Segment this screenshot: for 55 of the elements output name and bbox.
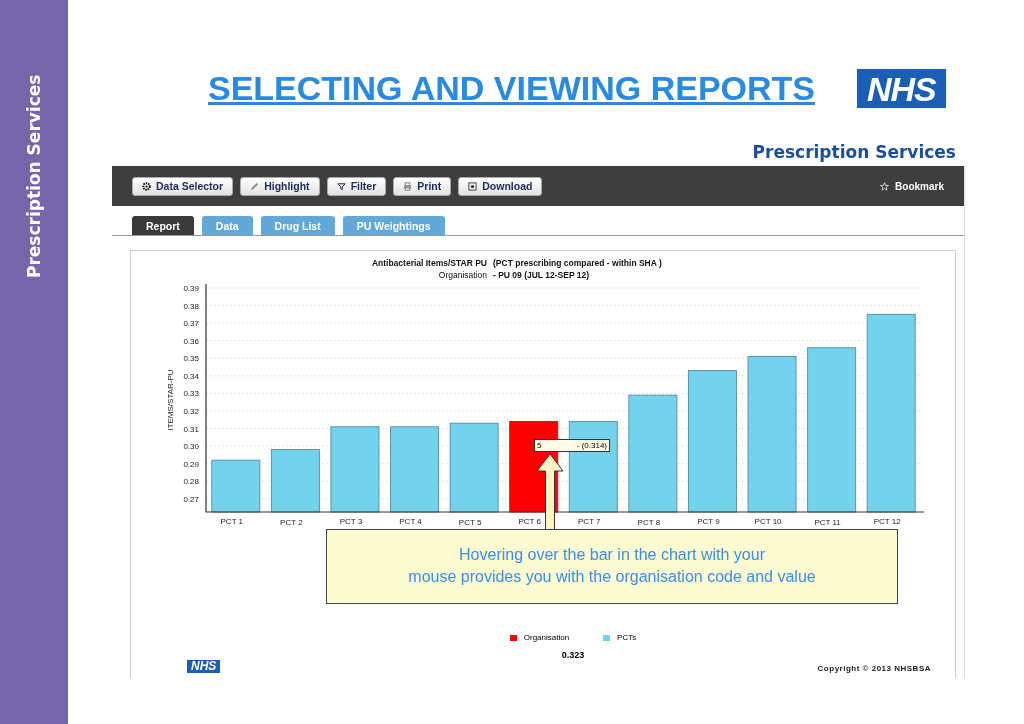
pencil-icon <box>250 181 260 191</box>
toolbar-button[interactable]: Highlight <box>240 176 320 196</box>
sidebar-title: Prescription Services <box>24 73 44 278</box>
y-tick-label: 0.33 <box>183 389 199 399</box>
toolbar-button[interactable]: Download <box>458 176 543 196</box>
tab[interactable]: Report <box>132 216 194 235</box>
y-tick-label: 0.32 <box>183 407 199 416</box>
y-tick-label: 0.39 <box>183 284 199 293</box>
y-tick-label: 0.35 <box>183 354 199 364</box>
download-icon <box>468 181 478 191</box>
x-tick-label: PCT 3 <box>339 517 363 526</box>
toolbar-button[interactable]: Data Selector <box>132 176 234 196</box>
x-tick-label: PCT 6 <box>518 517 541 526</box>
y-tick-label: 0.34 <box>183 371 199 381</box>
average-value: 0.323 <box>560 650 586 660</box>
nhs-logo: NHS <box>187 660 221 673</box>
x-tick-label: PCT 10 <box>754 517 782 526</box>
x-tick-label: PCT 8 <box>637 518 661 527</box>
y-tick-label: 0.28 <box>183 477 199 487</box>
chart-subtitle: (PCT prescribing compared - within SHA ) <box>493 257 663 269</box>
gear-icon <box>142 181 151 191</box>
bookmark-button[interactable]: Bookmark <box>880 180 944 192</box>
y-tick-label: 0.38 <box>183 301 199 311</box>
y-tick-label: 0.30 <box>183 442 199 452</box>
chart-title: Antibacterial Items/STAR PU <box>370 257 487 269</box>
x-tick-label: PCT 5 <box>458 518 482 527</box>
tooltip-value: - (0.314) <box>576 440 607 451</box>
x-tick-label: PCT 9 <box>697 517 720 526</box>
x-tick-label: PCT 1 <box>220 517 244 526</box>
callout: Hovering over the bar in the chart with your mouse provides you with the organisation code and value <box>326 529 898 604</box>
y-tick-label: 0.31 <box>183 424 199 434</box>
y-tick-label: 0.36 <box>183 336 199 346</box>
x-tick-label: PCT 4 <box>399 517 422 526</box>
y-axis-label: ITEMS/STAR-PU <box>166 369 175 431</box>
x-tick-label: PCT 7 <box>578 517 601 526</box>
nhs-logo: NHS <box>857 68 946 108</box>
y-tick-label: 0.29 <box>183 459 199 469</box>
y-tick-label: 0.27 <box>183 494 199 504</box>
toolbar-button[interactable]: Filter <box>326 176 387 196</box>
star-icon <box>880 181 890 191</box>
slide-title: SELECTING AND VIEWING REPORTS <box>208 68 815 108</box>
copyright: Copyright © 2013 NHSBSA <box>817 664 931 673</box>
legend-label: PCTs <box>617 633 637 642</box>
x-tick-label: PCT 12 <box>873 517 901 526</box>
x-tick-label: PCT 11 <box>814 518 841 527</box>
toolbar-button[interactable]: Print <box>393 176 452 196</box>
chart-caption: Organisation <box>437 269 487 281</box>
tooltip-code: 5 <box>537 440 542 451</box>
slide-subtitle: Prescription Services <box>752 142 956 162</box>
legend-label: Organisation <box>523 633 570 642</box>
chart-period: - PU 09 (JUL 12-SEP 12) <box>493 269 591 281</box>
funnel-icon <box>336 181 346 191</box>
printer-icon <box>403 181 413 191</box>
x-tick-label: PCT 2 <box>280 518 303 527</box>
y-tick-label: 0.37 <box>183 319 199 329</box>
